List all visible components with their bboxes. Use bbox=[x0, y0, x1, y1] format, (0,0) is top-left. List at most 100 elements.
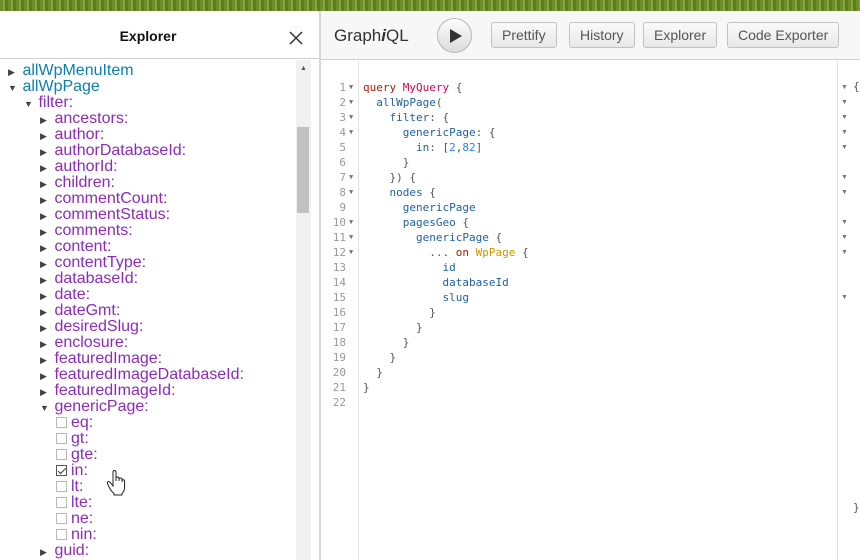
scroll-up-arrow-icon[interactable]: ▲ bbox=[296, 64, 311, 74]
collapsed-arrow-icon[interactable]: ▶ bbox=[40, 336, 50, 352]
collapsed-arrow-icon[interactable]: ▶ bbox=[40, 128, 50, 144]
collapsed-arrow-icon[interactable]: ▶ bbox=[40, 192, 50, 208]
collapsed-arrow-icon[interactable]: ▶ bbox=[40, 224, 50, 240]
code-text: allWpPage( bbox=[363, 95, 442, 110]
explorer-scrollbar[interactable]: ▲ bbox=[296, 60, 311, 560]
prettify-button[interactable]: Prettify bbox=[491, 22, 557, 48]
collapsed-arrow-icon[interactable]: ▶ bbox=[40, 544, 50, 560]
result-fold-arrow-icon[interactable]: ▼ bbox=[841, 110, 848, 125]
explorer-item-content[interactable]: ▶ content: bbox=[40, 239, 111, 255]
explorer-item-authorid[interactable]: ▶ authorId: bbox=[40, 159, 118, 175]
explorer-item-lt[interactable]: lt: bbox=[56, 479, 83, 495]
explorer-button[interactable]: Explorer bbox=[643, 22, 718, 48]
explorer-item-commentstatus[interactable]: ▶ commentStatus: bbox=[40, 207, 170, 223]
result-fold-arrow-icon[interactable]: ▼ bbox=[841, 245, 848, 260]
explorer-item-commentcount[interactable]: ▶ commentCount: bbox=[40, 191, 167, 207]
explorer-item-desiredslug[interactable]: ▶ desiredSlug: bbox=[40, 319, 143, 335]
explorer-item-authordatabaseid[interactable]: ▶ authorDatabaseId: bbox=[40, 143, 186, 159]
collapsed-arrow-icon[interactable]: ▶ bbox=[40, 320, 50, 336]
collapsed-arrow-icon[interactable]: ▶ bbox=[40, 272, 50, 288]
result-fold-arrow-icon[interactable]: ▼ bbox=[841, 185, 848, 200]
explorer-title: Explorer bbox=[119, 28, 177, 44]
collapsed-arrow-icon[interactable]: ▶ bbox=[40, 240, 50, 256]
expanded-arrow-icon[interactable]: ▼ bbox=[24, 96, 34, 112]
play-icon bbox=[450, 29, 462, 43]
explorer-item-author[interactable]: ▶ author: bbox=[40, 127, 104, 143]
explorer-item-date[interactable]: ▶ date: bbox=[40, 287, 90, 303]
explorer-item-enclosure[interactable]: ▶ enclosure: bbox=[40, 335, 128, 351]
collapsed-arrow-icon[interactable]: ▶ bbox=[40, 176, 50, 192]
execute-query-button[interactable] bbox=[437, 18, 472, 53]
collapsed-arrow-icon[interactable]: ▶ bbox=[40, 304, 50, 320]
explorer-item-genericpage[interactable]: ▼ genericPage: bbox=[40, 399, 149, 415]
explorer-item-featuredimagedatabaseid[interactable]: ▶ featuredImageDatabaseId: bbox=[40, 367, 244, 383]
explorer-item-featuredimageid[interactable]: ▶ featuredImageId: bbox=[40, 383, 175, 399]
explorer-item-gte[interactable]: gte: bbox=[56, 447, 98, 463]
expanded-arrow-icon[interactable]: ▼ bbox=[40, 400, 50, 416]
code-token: MyQuery bbox=[402, 81, 450, 94]
fold-arrow-icon[interactable]: ▼ bbox=[349, 185, 353, 200]
collapsed-arrow-icon[interactable]: ▶ bbox=[40, 288, 50, 304]
explorer-item-eq[interactable]: eq: bbox=[56, 415, 93, 431]
explorer-item-featuredimage[interactable]: ▶ featuredImage: bbox=[40, 351, 162, 367]
explorer-item-ne[interactable]: ne: bbox=[56, 511, 93, 527]
checkbox-icon[interactable] bbox=[56, 433, 67, 444]
explorer-item-dategmt[interactable]: ▶ dateGmt: bbox=[40, 303, 120, 319]
explorer-item-guid[interactable]: ▶ guid: bbox=[40, 543, 89, 559]
explorer-item-ancestors[interactable]: ▶ ancestors: bbox=[40, 111, 128, 127]
collapsed-arrow-icon[interactable]: ▶ bbox=[40, 384, 50, 400]
checkbox-icon[interactable] bbox=[56, 529, 67, 540]
checkbox-icon[interactable] bbox=[56, 449, 67, 460]
collapsed-arrow-icon[interactable]: ▶ bbox=[8, 64, 18, 80]
fold-arrow-icon[interactable]: ▼ bbox=[349, 110, 353, 125]
collapsed-arrow-icon[interactable]: ▶ bbox=[40, 352, 50, 368]
code-text: } bbox=[363, 350, 396, 365]
checkbox-icon[interactable] bbox=[56, 465, 67, 476]
explorer-item-allwpmenuitem[interactable]: ▶ allWpMenuItem bbox=[8, 63, 134, 79]
fold-arrow-icon[interactable]: ▼ bbox=[349, 125, 353, 140]
explorer-item-databaseid[interactable]: ▶ databaseId: bbox=[40, 271, 138, 287]
explorer-item-gt[interactable]: gt: bbox=[56, 431, 89, 447]
expanded-arrow-icon[interactable]: ▼ bbox=[8, 80, 18, 96]
checkbox-icon[interactable] bbox=[56, 497, 67, 508]
history-button[interactable]: History bbox=[569, 22, 635, 48]
collapsed-arrow-icon[interactable]: ▶ bbox=[40, 144, 50, 160]
result-fold-arrow-icon[interactable]: ▼ bbox=[841, 95, 848, 110]
fold-arrow-icon[interactable]: ▼ bbox=[349, 215, 353, 230]
collapsed-arrow-icon[interactable]: ▶ bbox=[40, 256, 50, 272]
query-editor[interactable]: 1 ▼ query MyQuery {2 ▼ allWpPage(3 ▼ filter:… bbox=[321, 61, 837, 560]
result-fold-arrow-icon[interactable]: ▼ bbox=[841, 215, 848, 230]
fold-arrow-icon[interactable]: ▼ bbox=[349, 230, 353, 245]
checkbox-icon[interactable] bbox=[56, 513, 67, 524]
explorer-item-lte[interactable]: lte: bbox=[56, 495, 92, 511]
collapsed-arrow-icon[interactable]: ▶ bbox=[40, 112, 50, 128]
result-fold-arrow-icon[interactable]: ▼ bbox=[841, 230, 848, 245]
explorer-item-comments[interactable]: ▶ comments: bbox=[40, 223, 133, 239]
fold-arrow-icon[interactable]: ▼ bbox=[349, 245, 353, 260]
result-fold-arrow-icon[interactable]: ▼ bbox=[841, 80, 848, 95]
scrollbar-thumb[interactable] bbox=[297, 127, 309, 213]
checkbox-icon[interactable] bbox=[56, 481, 67, 492]
collapsed-arrow-icon[interactable]: ▶ bbox=[40, 208, 50, 224]
result-fold-arrow-icon[interactable]: ▼ bbox=[841, 140, 848, 155]
close-icon[interactable] bbox=[286, 28, 306, 48]
collapsed-arrow-icon[interactable]: ▶ bbox=[40, 368, 50, 384]
explorer-item-allwppage[interactable]: ▼ allWpPage bbox=[8, 79, 100, 95]
result-fold-arrow-icon[interactable]: ▼ bbox=[841, 290, 848, 305]
code-token: on bbox=[455, 246, 476, 259]
explorer-item-nin[interactable]: nin: bbox=[56, 527, 97, 543]
explorer-item-in[interactable]: in: bbox=[56, 463, 88, 479]
explorer-item-filter[interactable]: ▼ filter: bbox=[24, 95, 73, 111]
line-number: 10 bbox=[332, 216, 346, 229]
checkbox-icon[interactable] bbox=[56, 417, 67, 428]
line-number: 4 bbox=[339, 126, 346, 139]
fold-arrow-icon[interactable]: ▼ bbox=[349, 170, 353, 185]
fold-arrow-icon[interactable]: ▼ bbox=[349, 95, 353, 110]
result-fold-arrow-icon[interactable]: ▼ bbox=[841, 125, 848, 140]
explorer-item-contenttype[interactable]: ▶ contentType: bbox=[40, 255, 146, 271]
explorer-item-children[interactable]: ▶ children: bbox=[40, 175, 115, 191]
fold-arrow-icon[interactable]: ▼ bbox=[349, 80, 353, 95]
collapsed-arrow-icon[interactable]: ▶ bbox=[40, 160, 50, 176]
result-fold-arrow-icon[interactable]: ▼ bbox=[841, 170, 848, 185]
code-exporter-button[interactable]: Code Exporter bbox=[727, 22, 840, 48]
